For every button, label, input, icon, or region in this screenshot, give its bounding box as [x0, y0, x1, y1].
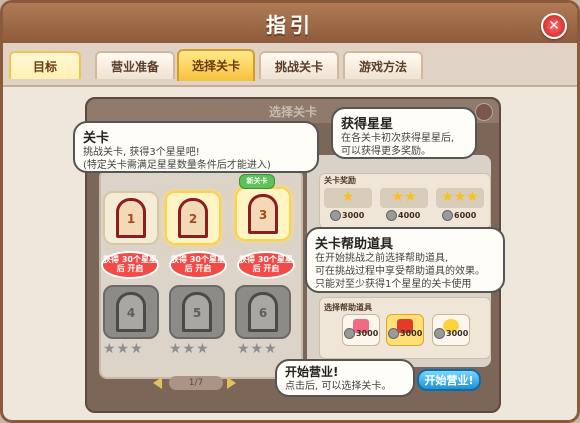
coin-icon	[434, 328, 445, 339]
stage-number: 6	[258, 306, 268, 320]
stage-tile-locked[interactable]: 6	[235, 285, 291, 339]
tooltip-text: 点击后, 可以选择关卡。	[285, 381, 392, 392]
door-icon: 1	[116, 198, 146, 238]
page-indicator: 1/7	[169, 376, 223, 390]
tab-bar: 目标 营业准备 选择关卡 挑战关卡 游戏方法	[3, 43, 577, 87]
door-icon: 3	[248, 194, 278, 234]
star-icon: ★★★	[441, 189, 479, 205]
star-rating: ★★★	[103, 341, 144, 357]
guide-window: 指引 ✕ 目标 营业准备 选择关卡 挑战关卡 游戏方法 选择关卡 1 2 3 新…	[0, 0, 580, 423]
price-amount: 3000	[446, 329, 469, 338]
tooltip-title: 关卡	[83, 131, 110, 146]
stars-tooltip: 获得星星 在各关卡初次获得星星后, 可以获得更多奖励。	[331, 107, 477, 159]
coin-amount: 4000	[398, 211, 421, 220]
stage-tooltip: 关卡 挑战关卡, 获得3个星星吧! (特定关卡需满足星星数量条件后才能进入)	[73, 121, 319, 173]
tooltip-title: 关卡帮助道具	[315, 237, 394, 252]
tool-price: 3000	[344, 328, 378, 339]
coin-icon	[330, 210, 341, 221]
rewards-label: 关卡奖励	[324, 176, 356, 185]
tab-how-to-play[interactable]: 游戏方法	[343, 51, 423, 79]
tool-price: 3000	[434, 328, 468, 339]
reward-coins: 4000	[386, 210, 420, 221]
stage-tile[interactable]: 3	[235, 187, 291, 241]
tooltip-text: 挑战关卡, 获得3个星星吧! (特定关卡需满足星星数量条件后才能进入)	[83, 147, 271, 171]
next-page-icon[interactable]	[227, 377, 236, 389]
star-icon: ★	[341, 189, 355, 205]
tool-price: 3000	[388, 328, 422, 339]
star-requirement-badge: 获得 30个星星后 开启	[237, 251, 295, 279]
stage-tile-locked[interactable]: 4	[103, 285, 159, 339]
coin-icon	[344, 328, 355, 339]
stage-tile[interactable]: 2	[165, 191, 221, 245]
star-requirement-badge: 获得 30个星星后 开启	[169, 251, 227, 279]
stage-number: 2	[188, 212, 198, 226]
help-tools: 选择帮助道具 3000 3000 3000	[319, 297, 491, 359]
title-bar: 指引 ✕	[3, 3, 577, 43]
coin-icon	[386, 210, 397, 221]
reward-cell: ★	[324, 188, 372, 208]
coin-icon	[442, 210, 453, 221]
panel-close-icon[interactable]	[475, 103, 493, 121]
stage-tile-locked[interactable]: 5	[169, 285, 225, 339]
tab-goal[interactable]: 目标	[9, 51, 81, 79]
reward-coins: 3000	[330, 210, 364, 221]
star-requirement-badge: 获得 30个星星后 开启	[101, 251, 159, 279]
window-title: 指引	[266, 13, 314, 37]
door-icon: 2	[178, 198, 208, 238]
coin-amount: 6000	[454, 211, 477, 220]
tooltip-text: 在各关卡初次获得星星后, 可以获得更多奖励。	[341, 133, 455, 157]
tools-tooltip: 关卡帮助道具 在开始挑战之前选择帮助道具, 可在挑战过程中享受帮助道具的效果。 …	[305, 227, 505, 293]
close-icon[interactable]: ✕	[541, 13, 567, 39]
coin-amount: 3000	[342, 211, 365, 220]
start-tooltip: 开始营业! 点击后, 可以选择关卡。	[275, 359, 415, 397]
tab-select-stage[interactable]: 选择关卡	[177, 49, 255, 81]
star-icon: ★★	[391, 189, 417, 205]
tab-business-prep[interactable]: 营业准备	[95, 51, 175, 79]
tooltip-title: 获得星星	[341, 117, 394, 132]
stage-tile[interactable]: 1	[103, 191, 159, 245]
pager: 1/7	[153, 376, 243, 393]
coin-icon	[388, 328, 399, 339]
price-amount: 3000	[356, 329, 379, 338]
door-icon: 5	[182, 292, 212, 332]
stage-number: 5	[192, 306, 202, 320]
stage-number: 1	[126, 212, 136, 226]
prev-page-icon[interactable]	[153, 377, 162, 389]
start-business-button[interactable]: 开始营业!	[417, 369, 481, 391]
tools-label: 选择帮助道具	[324, 303, 372, 312]
reward-cell: ★★	[380, 188, 428, 208]
stage-rewards: 关卡奖励 ★ ★★ ★★★ 3000 4000 6000	[319, 173, 491, 229]
new-stage-badge: 新关卡	[239, 174, 275, 189]
tooltip-title: 开始营业!	[285, 365, 339, 379]
stage-number: 3	[258, 208, 268, 222]
star-rating: ★★★	[169, 341, 210, 357]
star-rating: ★★★	[237, 341, 278, 357]
stage-number: 4	[126, 306, 136, 320]
tab-challenge-stage[interactable]: 挑战关卡	[259, 51, 339, 79]
reward-cell: ★★★	[436, 188, 484, 208]
door-icon: 4	[116, 292, 146, 332]
reward-coins: 6000	[442, 210, 476, 221]
price-amount: 3000	[400, 329, 423, 338]
door-icon: 6	[248, 292, 278, 332]
tooltip-text: 在开始挑战之前选择帮助道具, 可在挑战过程中享受帮助道具的效果。 只能对至少获得…	[315, 253, 485, 290]
